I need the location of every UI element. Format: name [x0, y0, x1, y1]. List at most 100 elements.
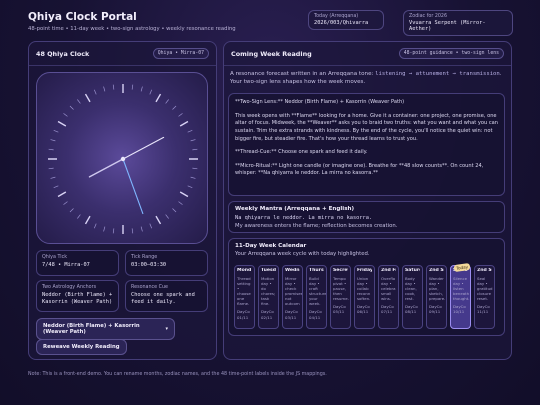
day-name: Friday — [357, 268, 372, 273]
mantra-title: Weekly Mantra (Arreqqana + English) — [235, 206, 355, 212]
zodiac-pill: Zodiac for 2026 Vvuarra Serpent (Mirror-… — [403, 10, 513, 36]
sign-pair-select[interactable]: Neddor (Birth Flame) + Kasorrin (Weaver … — [36, 318, 175, 340]
cue-label: Resonance Cue — [131, 285, 168, 290]
clock-tick — [190, 176, 196, 179]
calendar-day-card: 2nd Friday Overflo day • celebra small wi… — [378, 265, 399, 329]
clock-tick — [179, 120, 189, 127]
clock-chip: Qhiya • Mirra-07 — [152, 48, 209, 59]
clock-tick — [155, 215, 162, 225]
clock-tick — [57, 191, 67, 198]
day-code: DayCo 03/11 — [285, 309, 298, 320]
day-code: DayCo 11/11 — [477, 304, 490, 315]
clock-tick — [172, 208, 177, 213]
reading-intro: A resonance forecast written in an Arreq… — [230, 70, 506, 86]
sign-pair-value: Neddor (Birth Flame) + Kasorrin (Weaver … — [43, 323, 140, 335]
clock-dial — [48, 84, 198, 234]
reading-micro-ritual: **Micro-Ritual:** Light one candle (or i… — [235, 162, 484, 177]
day-code: DayCo 09/11 — [429, 304, 442, 315]
reading-panel-header: Coming Week Reading 48-point guidance • … — [224, 42, 511, 66]
clock-tick — [103, 226, 106, 232]
day-code: DayCo 01/11 — [237, 309, 250, 320]
clock-tick — [84, 93, 91, 103]
day-name: Thurs — [309, 268, 324, 273]
anchors-value: Neddor (Birth Flame) + Kasorrin (Weaver … — [42, 292, 113, 305]
day-description: Body day • clean, cook, rest. — [405, 276, 417, 302]
clock-tick — [93, 89, 97, 95]
clock-tick — [187, 185, 193, 189]
day-description: Wander day • plan, sketch, prepare. — [429, 276, 446, 302]
day-code: DayCo 05/11 — [333, 304, 346, 315]
clock-tick — [53, 129, 59, 133]
app-title: Qhiya Clock Portal — [28, 11, 137, 23]
tick-range-label: Tick Range — [131, 255, 158, 260]
clock-tick — [48, 148, 54, 151]
clock-tick — [69, 105, 74, 110]
clock-tick — [155, 93, 162, 103]
day-description: Union day • collab reconn soften. — [357, 276, 371, 302]
calendar-day-card: Tuesd Motion day • do chores; task fine. D… — [258, 265, 279, 329]
reading-lens: **Two-Sign Lens:** Neddor (Birth Flame) … — [235, 99, 405, 105]
day-code: DayCo 04/11 — [309, 309, 322, 320]
intro-flow: listening → attunement → transmission — [375, 71, 500, 77]
clock-tick — [165, 214, 169, 219]
clock-tick — [63, 201, 68, 205]
clock-hand-pointer — [122, 158, 144, 215]
day-name: 2nd Satur — [429, 268, 444, 273]
calendar-day-card: Thurs Build day • craft structure your we… — [306, 265, 327, 329]
reweave-button[interactable]: Reweave Weekly Reading — [36, 339, 127, 355]
clock-tick — [69, 208, 74, 213]
clock-tick — [192, 148, 198, 151]
footer-note: Note: This is a front-end demo. You can … — [28, 372, 327, 377]
clock-tick — [103, 86, 106, 92]
day-code: DayCo 08/11 — [405, 304, 418, 315]
day-description: Motion day • do chores; task fine. — [261, 276, 276, 307]
calendar-day-card: Wedn Mirror day • check promises not outc… — [282, 265, 303, 329]
intro-text: A resonance forecast written in an Arreq… — [230, 71, 376, 77]
clock-hand-minute — [122, 136, 165, 160]
today-pill: Today (Arreqqana) 2026/003/Qhivarra — [308, 10, 384, 30]
reading-panel-title: Coming Week Reading — [231, 49, 312, 58]
clock-panel-header: 48 Qhiya Clock Qhiya • Mirra-07 — [29, 42, 216, 66]
day-name: Secret Thurs — [333, 268, 348, 273]
day-name: Saturc — [405, 268, 420, 273]
clock-tick — [50, 176, 56, 179]
clock-tick — [93, 223, 97, 229]
tick-value: 7/48 • Mirra-07 — [42, 262, 90, 268]
clock-tick — [140, 86, 143, 92]
clock-tick — [77, 99, 81, 104]
clock-center-dot — [120, 156, 126, 162]
today-label: Today (Arreqqana) — [314, 14, 359, 19]
day-name: 2nd Friday — [381, 268, 396, 273]
clock-tick — [112, 84, 115, 90]
clock-tick — [131, 84, 134, 90]
tick-label: Qhiya Tick — [42, 255, 67, 260]
calendar-day-card: Mond Thread setting • choose one flame. Da… — [234, 265, 255, 329]
anchors-box: Two Astrology Anchors Neddor (Birth Flam… — [36, 280, 119, 312]
clock-face — [36, 72, 208, 244]
chevron-down-icon: ▾ — [165, 326, 168, 332]
reading-chip: 48-point guidance • two-sign lens — [398, 48, 504, 59]
day-name: Tuesd — [261, 268, 276, 273]
clock-tick — [131, 228, 134, 234]
day-code: DayCo 07/11 — [381, 304, 394, 315]
day-description: Overflo day • celebra small wins. — [381, 276, 396, 302]
clock-tick — [179, 191, 189, 198]
clock-tick — [190, 139, 196, 142]
app-subtitle: 48-point time • 11-day week • two-sign a… — [28, 26, 236, 32]
clock-tick — [50, 139, 56, 142]
calendar-day-card: Secret SaturnSilence day • listen beneat… — [450, 265, 471, 329]
day-code: DayCo 10/11 — [453, 304, 466, 315]
day-name: 2nd Sunda — [477, 268, 492, 273]
calendar-day-card: 2nd Satur Wander day • plan, sketch, prep… — [426, 265, 447, 329]
calendar-day-card: Friday Union day • collab reconn soften. D… — [354, 265, 375, 329]
day-description: Silence day • listen beneath thought. — [453, 276, 470, 302]
today-value: 2026/003/Qhivarra — [314, 20, 369, 26]
clock-tick — [48, 167, 54, 170]
clock-tick — [165, 99, 169, 104]
clock-hand-hour — [88, 158, 124, 178]
clock-tick — [63, 113, 68, 117]
calendar-day-card: 2nd Sunda Seal day • gratitud closure res… — [474, 265, 495, 329]
clock-tick — [77, 214, 81, 219]
mantra-line: Na qhiyarra le neddor. La mirra no kasor… — [235, 215, 373, 221]
day-description: Seal day • gratitud closure reset. — [477, 276, 493, 302]
